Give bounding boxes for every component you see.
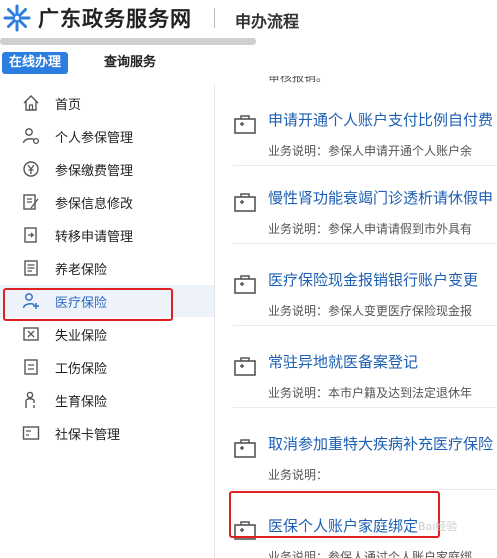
service-title-link[interactable]: 申请开通个人账户支付比例自付费 [268, 109, 493, 130]
clipped-text: 审核报销。 [268, 76, 329, 84]
sidebar-item-social-card[interactable]: 社保卡管理 [0, 417, 214, 449]
service-item: 常驻异地就医备案登记 业务说明：本市户籍及达到法定退休年 [215, 336, 497, 408]
briefcase-plus-icon [234, 357, 256, 376]
sidebar-item-label: 生育保险 [55, 395, 108, 410]
sidebar-item-maternity[interactable]: 生育保险 [0, 384, 214, 416]
sidebar: 首页 个人参保管理 参保缴费管理 参保信息修改 转移申请管理 养老保险 医疗保险… [0, 84, 215, 558]
header-scroll-bar[interactable] [0, 38, 256, 45]
sidebar-item-label: 转移申请管理 [55, 230, 134, 245]
sidebar-item-personal-insurance[interactable]: 个人参保管理 [0, 120, 214, 152]
sidebar-item-payment[interactable]: 参保缴费管理 [0, 153, 214, 185]
site-name[interactable]: 广东政务服务网 [38, 3, 192, 33]
sidebar-item-label: 社保卡管理 [55, 428, 121, 443]
service-description: 业务说明： [268, 468, 329, 482]
service-separator [233, 165, 497, 166]
page-title: 申办流程 [235, 12, 300, 31]
sidebar-item-label: 参保信息修改 [55, 197, 134, 212]
home-icon [23, 95, 39, 111]
tab-query-service[interactable]: 查询服务 [104, 52, 156, 74]
sidebar-item-label: 失业保险 [55, 329, 108, 344]
tab-online-service[interactable]: 在线办理 [2, 52, 68, 74]
briefcase-plus-icon [234, 193, 256, 212]
injury-document-icon [24, 359, 38, 375]
maternity-icon [25, 391, 35, 408]
service-title-link[interactable]: 取消参加重特大疾病补充医疗保险 [268, 433, 493, 454]
service-title-link[interactable]: 常驻异地就医备案登记 [268, 351, 418, 372]
sidebar-item-pension[interactable]: 养老保险 [0, 252, 214, 284]
service-description: 业务说明：参保人申请请假到市外具有 [268, 222, 473, 236]
service-title-link[interactable]: 慢性肾功能衰竭门诊透析请休假申 [268, 187, 493, 208]
sidebar-item-work-injury[interactable]: 工伤保险 [0, 351, 214, 383]
sidebar-item-label: 个人参保管理 [55, 131, 134, 146]
service-item: 慢性肾功能衰竭门诊透析请休假申 业务说明：参保人申请请假到市外具有 [215, 172, 497, 244]
sidebar-item-transfer[interactable]: 转移申请管理 [0, 219, 214, 251]
service-item: 申请开通个人账户支付比例自付费 业务说明：参保人申请开通个人账户余 [215, 94, 497, 166]
sidebar-item-label: 养老保险 [55, 263, 108, 278]
service-item: 取消参加重特大疾病补充医疗保险 业务说明： [215, 418, 497, 490]
service-description: 业务说明：参保人变更医疗保险现金报 [268, 304, 473, 318]
service-item: 医疗保险现金报销银行账户变更 业务说明：参保人变更医疗保险现金报 [215, 254, 497, 326]
service-separator [233, 407, 497, 408]
service-description: 业务说明：参保人通过个人账户家庭绑 [268, 550, 473, 558]
service-description: 业务说明：参保人申请开通个人账户余 [268, 144, 473, 158]
person-gear-icon [22, 128, 40, 145]
sidebar-item-info-edit[interactable]: 参保信息修改 [0, 186, 214, 218]
sidebar-item-unemployment[interactable]: 失业保险 [0, 318, 214, 350]
highlight-box-sidebar [3, 288, 173, 321]
sidebar-item-home[interactable]: 首页 [0, 87, 214, 119]
transfer-icon [24, 227, 37, 243]
highlight-box-service [229, 491, 440, 538]
briefcase-plus-icon [234, 115, 256, 134]
service-separator [233, 489, 497, 490]
unemployment-icon [23, 327, 39, 341]
service-separator [233, 243, 497, 244]
site-header: 广东政务服务网 申办流程 [0, 0, 497, 45]
sidebar-item-label: 首页 [55, 98, 82, 113]
pension-document-icon [24, 260, 38, 276]
sidebar-item-label: 工伤保险 [55, 362, 108, 377]
payment-icon [23, 161, 39, 177]
header-divider [214, 8, 215, 28]
social-card-icon [22, 426, 40, 440]
edit-document-icon [23, 194, 39, 210]
service-separator [233, 325, 497, 326]
service-title-link[interactable]: 医疗保险现金报销银行账户变更 [268, 269, 478, 290]
watermark: Bai经验 [418, 520, 458, 533]
service-list: 审核报销。 申请开通个人账户支付比例自付费 业务说明：参保人申请开通个人账户余 … [215, 76, 497, 558]
briefcase-plus-icon [234, 439, 256, 458]
briefcase-plus-icon [234, 275, 256, 294]
service-description: 业务说明：本市户籍及达到法定退休年 [268, 386, 473, 400]
star-snowflake-logo-icon [3, 4, 31, 32]
sidebar-item-label: 参保缴费管理 [55, 164, 134, 179]
